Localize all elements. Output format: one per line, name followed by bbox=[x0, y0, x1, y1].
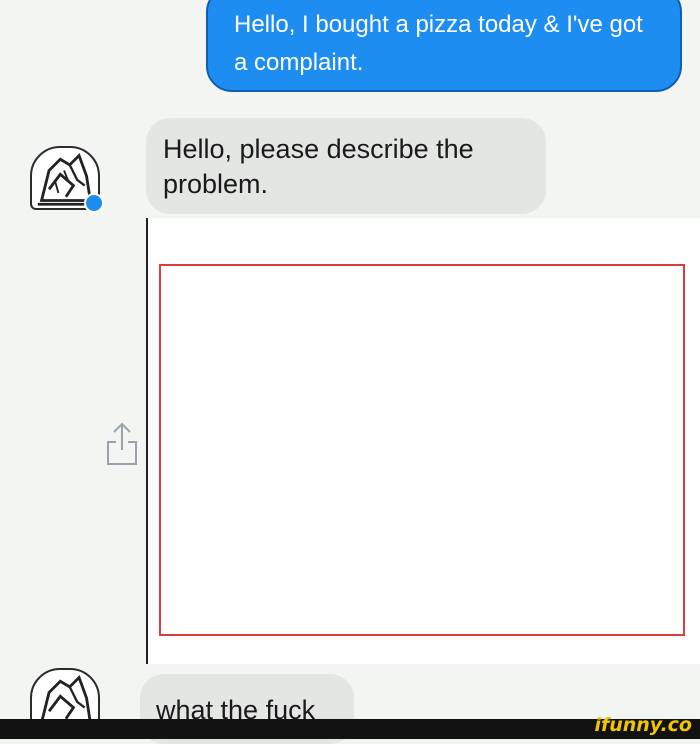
share-icon[interactable] bbox=[104, 420, 140, 468]
watermark-text: ifunny.co bbox=[594, 714, 692, 736]
chat-thread: Hello, I bought a pizza today & I've got… bbox=[0, 0, 700, 744]
watermark-bar: ifunny.co bbox=[0, 714, 700, 739]
incoming-message-bubble[interactable]: Hello, please describe the problem. bbox=[146, 118, 546, 214]
attachment-frame bbox=[159, 264, 685, 636]
outgoing-message-bubble[interactable]: Hello, I bought a pizza today & I've got… bbox=[206, 0, 682, 92]
messenger-badge-icon bbox=[84, 193, 104, 213]
incoming-message-text: Hello, please describe the problem. bbox=[163, 134, 474, 199]
outgoing-message-text: Hello, I bought a pizza today & I've got… bbox=[234, 11, 643, 76]
